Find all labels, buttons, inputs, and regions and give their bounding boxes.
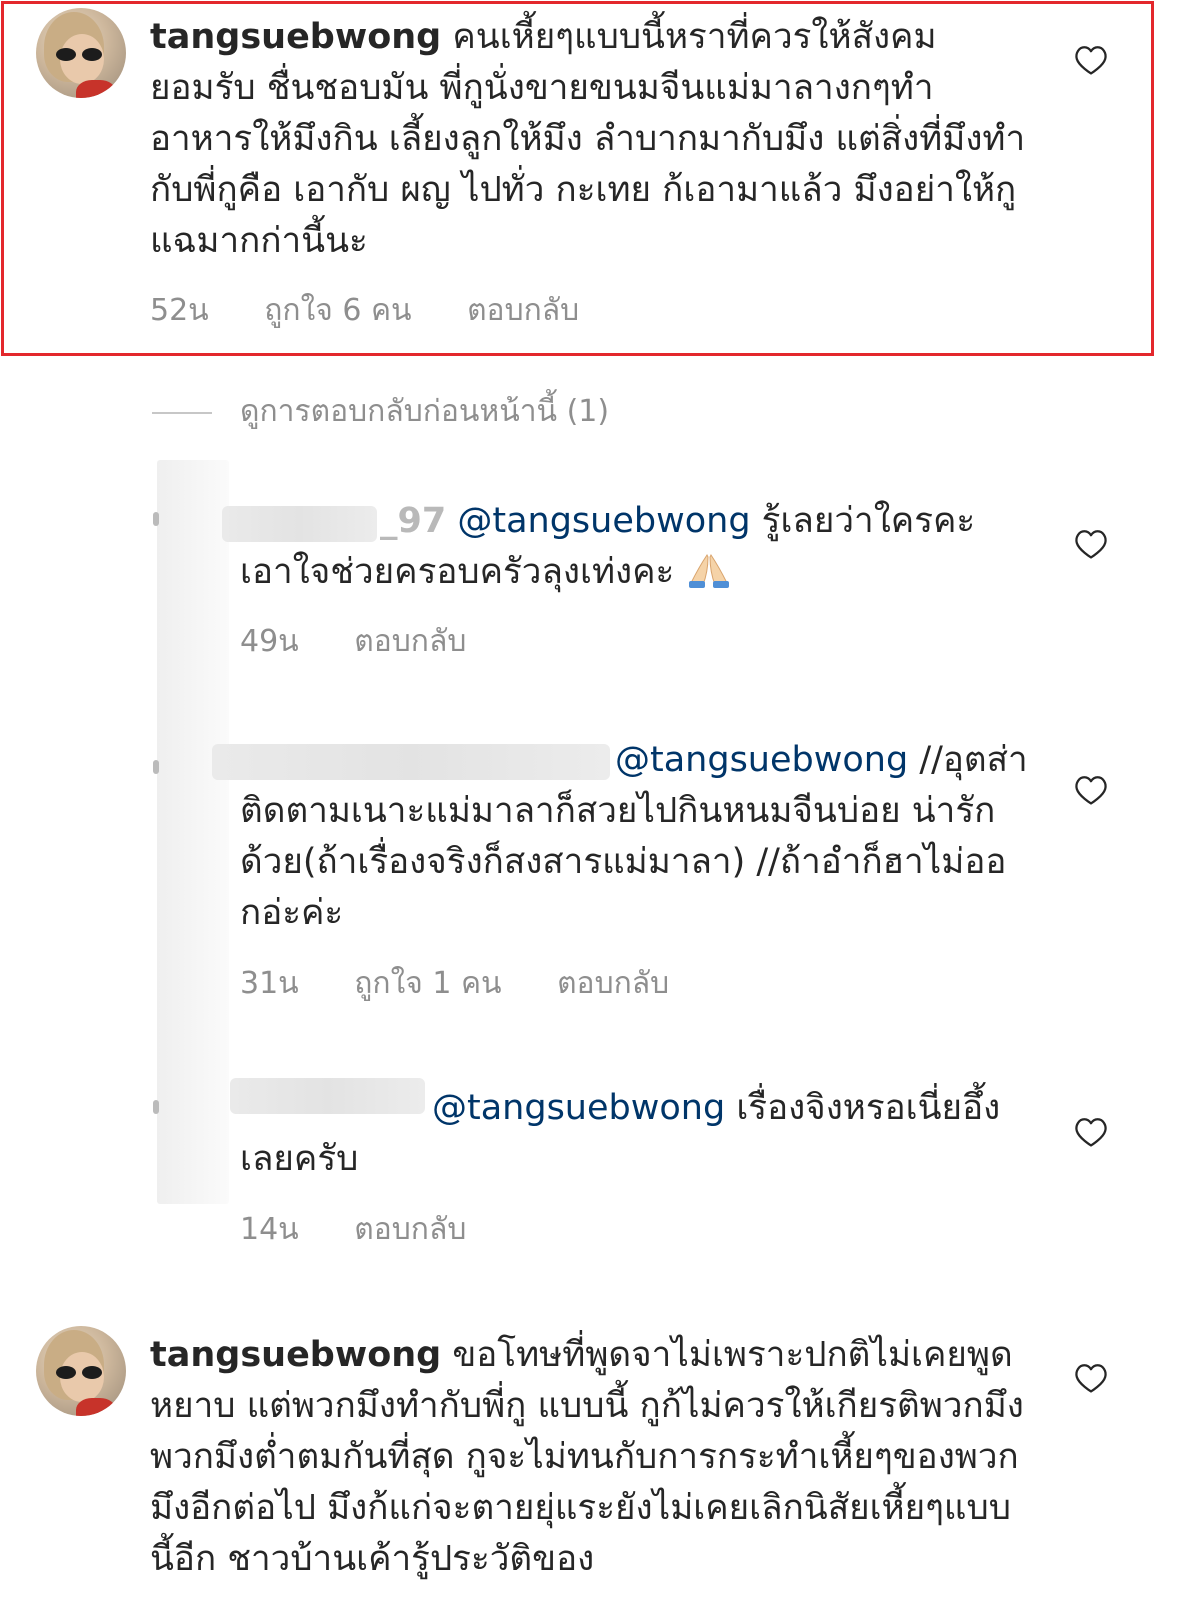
reply-button[interactable]: ตอบกลับ [354, 624, 466, 659]
reply-text: @tangsuebwong เรื่องจิงหรอเนี่ยอึ้งเลยคร… [240, 1083, 1030, 1185]
avatar-edge [153, 512, 159, 526]
reply-meta: 49น ตอบกลับ [240, 618, 512, 665]
view-replies-button[interactable]: ดูการตอบกลับก่อนหน้านี้ (1) [152, 388, 609, 435]
reply-button[interactable]: ตอบกลับ [467, 293, 579, 328]
comment-text: tangsuebwong ขอโทษที่พูดจาไม่เพราะปกติไม… [150, 1330, 1030, 1585]
divider-line [152, 411, 212, 414]
comment-likes[interactable]: ถูกใจ 6 คน [264, 293, 411, 328]
mention-link[interactable]: @tangsuebwong [457, 501, 750, 541]
reply-username-partial[interactable]: _97 [380, 501, 446, 541]
mention-link[interactable]: @tangsuebwong [615, 740, 908, 780]
comment-username[interactable]: tangsuebwong [150, 1335, 441, 1375]
avatar[interactable] [36, 8, 126, 98]
comment-username[interactable]: tangsuebwong [150, 17, 441, 57]
heart-icon[interactable] [1074, 1116, 1108, 1148]
heart-icon[interactable] [1074, 528, 1108, 560]
reply-text: @tangsuebwong //อุตส่าติดตามเนาะแม่มาลาก… [240, 735, 1030, 939]
reply-meta: 14น ตอบกลับ [240, 1206, 512, 1253]
reply-text: _97 @tangsuebwong รู้เลยว่าใครคะเอาใจช่ว… [240, 496, 1030, 598]
mention-link[interactable]: @tangsuebwong [432, 1088, 725, 1128]
reply-button[interactable]: ตอบกลับ [557, 966, 669, 1001]
view-replies-label: ดูการตอบกลับก่อนหน้านี้ (1) [240, 394, 610, 429]
reply-time: 49น [240, 624, 299, 659]
heart-icon[interactable] [1074, 1362, 1108, 1394]
avatar-edge [153, 1100, 159, 1114]
reply-button[interactable]: ตอบกลับ [354, 1212, 466, 1247]
reply-likes[interactable]: ถูกใจ 1 คน [354, 966, 501, 1001]
comment-text: tangsuebwong คนเหี้ยๆแบบนี้หราที่ควรให้ส… [150, 12, 1030, 267]
reply-time: 14น [240, 1212, 299, 1247]
reply-time: 31น [240, 966, 299, 1001]
comment-meta: 52น ถูกใจ 6 คน ตอบกลับ [150, 287, 625, 334]
blurred-avatars [157, 460, 229, 1204]
avatar-edge [153, 760, 159, 774]
heart-icon[interactable] [1074, 774, 1108, 806]
comment-time: 52น [150, 293, 209, 328]
reply-meta: 31น ถูกใจ 1 คน ตอบกลับ [240, 960, 715, 1007]
heart-icon[interactable] [1074, 44, 1108, 76]
avatar[interactable] [36, 1326, 126, 1416]
folded-hands-icon [689, 554, 730, 588]
